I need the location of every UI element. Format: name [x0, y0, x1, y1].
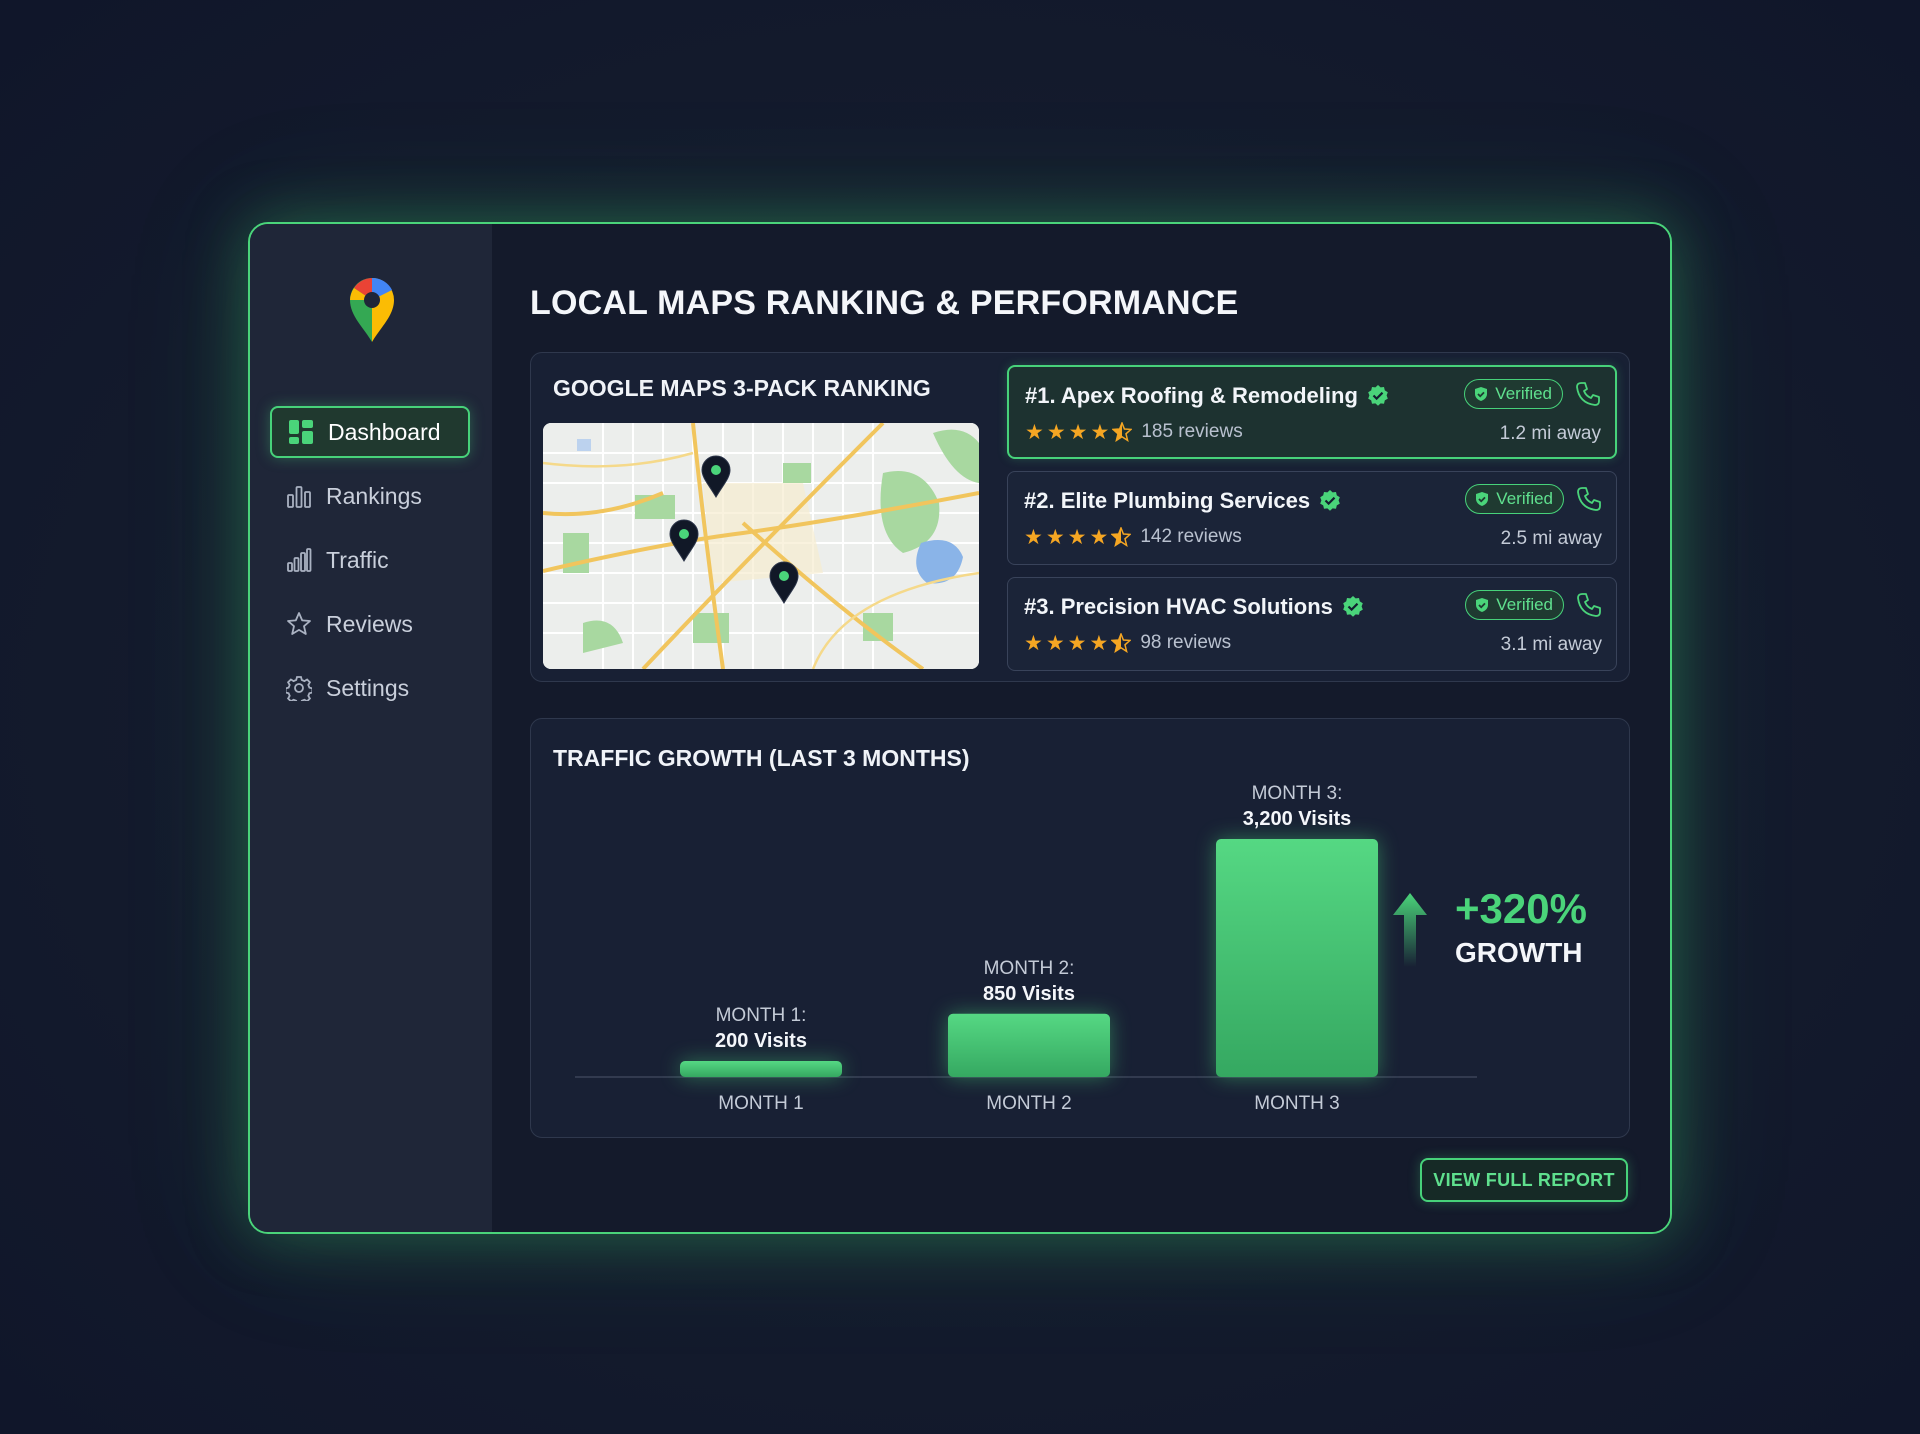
signal-bars-icon [287, 548, 312, 572]
review-count: 185 reviews [1141, 421, 1243, 442]
bar-chart-icon [287, 486, 311, 508]
google-maps-pin-icon [350, 277, 394, 342]
sidebar-item-traffic[interactable]: Traffic [270, 534, 470, 586]
badge-label: Verified [1496, 489, 1553, 508]
verified-badge: Verified [1465, 590, 1564, 620]
sidebar-item-label: Traffic [326, 546, 389, 573]
verified-badge: Verified [1465, 484, 1564, 514]
gear-icon [286, 676, 312, 701]
shield-check-icon [1476, 492, 1489, 506]
map-view[interactable] [543, 423, 979, 669]
sidebar-item-reviews[interactable]: Reviews [270, 598, 470, 650]
ranking-panel-title: GOOGLE MAPS 3-PACK RANKING [553, 375, 931, 401]
shield-check-icon [1475, 387, 1488, 401]
bar-label-top: MONTH 1: [716, 1005, 807, 1026]
badge-label: Verified [1495, 384, 1552, 403]
map-pin-2[interactable] [667, 517, 701, 563]
shield-check-icon [1476, 598, 1489, 612]
growth-label: GROWTH [1455, 937, 1583, 968]
star-full-icon: ★ [1024, 631, 1043, 655]
listing-name: #3. Precision HVAC Solutions [1024, 594, 1333, 619]
star-full-icon: ★ [1046, 420, 1066, 444]
sidebar-item-rankings[interactable]: Rankings [270, 470, 470, 522]
bar-value-label: 3,200 Visits [1243, 808, 1352, 830]
rating-stars: ★ ★ ★ ★ 142 reviews [1024, 526, 1242, 548]
sidebar-item-label: Settings [326, 674, 410, 701]
ranking-panel: GOOGLE MAPS 3-PACK RANKING #1. Apex Roof… [530, 352, 1630, 682]
main-content: LOCAL MAPS RANKING & PERFORMANCE GOOGLE … [492, 224, 1670, 1232]
map-image [543, 423, 979, 669]
listing-name: #1. Apex Roofing & Remodeling [1025, 383, 1358, 408]
bar-value-label: 200 Visits [715, 1030, 807, 1052]
star-full-icon: ★ [1089, 525, 1109, 549]
traffic-panel: TRAFFIC GROWTH (LAST 3 MONTHS) MONTH 1: … [530, 718, 1630, 1138]
sidebar-item-dashboard[interactable]: Dashboard [270, 406, 470, 458]
phone-icon[interactable] [1576, 486, 1602, 512]
verified-check-icon [1320, 490, 1340, 511]
growth-percent: +320% [1455, 885, 1587, 932]
verified-check-icon [1343, 596, 1363, 617]
distance: 3.1 mi away [1500, 634, 1602, 655]
review-count: 98 reviews [1140, 632, 1232, 653]
bar-month-3 [1216, 839, 1378, 1077]
star-full-icon: ★ [1067, 525, 1087, 549]
sidebar-item-label: Reviews [326, 610, 413, 637]
sidebar: Dashboard Rankings Traffic Reviews Setti… [250, 224, 492, 1232]
listing-card[interactable]: #3. Precision HVAC Solutions ★ ★ ★ ★ 98 … [1007, 577, 1617, 671]
star-full-icon: ★ [1068, 420, 1088, 444]
listing-name: #2. Elite Plumbing Services [1024, 488, 1311, 513]
x-tick-label: MONTH 1 [718, 1093, 804, 1114]
listing-name-row: #3. Precision HVAC Solutions [1024, 594, 1365, 620]
star-full-icon: ★ [1045, 525, 1065, 549]
verified-check-icon [1368, 385, 1388, 406]
map-pin-3[interactable] [767, 559, 801, 605]
dashboard-window: Dashboard Rankings Traffic Reviews Setti… [248, 222, 1672, 1234]
badge-label: Verified [1496, 595, 1553, 614]
x-tick-label: MONTH 2 [986, 1093, 1072, 1114]
view-full-report-button[interactable]: VIEW FULL REPORT [1420, 1158, 1628, 1202]
growth-arrow-icon [1393, 893, 1427, 967]
page-title: LOCAL MAPS RANKING & PERFORMANCE [530, 284, 1239, 322]
distance: 2.5 mi away [1500, 528, 1602, 549]
star-full-icon: ★ [1090, 420, 1110, 444]
star-full-icon: ★ [1067, 631, 1087, 655]
star-half-icon [1112, 422, 1133, 442]
sidebar-item-label: Rankings [326, 482, 422, 509]
sidebar-item-label: Dashboard [328, 418, 441, 445]
sidebar-item-settings[interactable]: Settings [270, 662, 470, 714]
star-half-icon [1111, 527, 1132, 547]
bar-month-2 [948, 1013, 1110, 1077]
map-pin-1[interactable] [699, 453, 733, 499]
phone-icon[interactable] [1576, 592, 1602, 618]
listing-name-row: #2. Elite Plumbing Services [1024, 488, 1342, 514]
listing-card[interactable]: #1. Apex Roofing & Remodeling ★ ★ ★ ★ 18… [1007, 365, 1617, 459]
star-full-icon: ★ [1089, 631, 1109, 655]
review-count: 142 reviews [1140, 526, 1242, 547]
star-full-icon: ★ [1045, 631, 1065, 655]
star-half-icon [1111, 633, 1132, 653]
distance: 1.2 mi away [1499, 423, 1601, 444]
phone-icon[interactable] [1575, 381, 1601, 407]
bar-month-1 [680, 1061, 842, 1077]
x-tick-label: MONTH 3 [1254, 1093, 1340, 1114]
star-icon [287, 612, 311, 635]
listing-card[interactable]: #2. Elite Plumbing Services ★ ★ ★ ★ 142 … [1007, 471, 1617, 565]
rating-stars: ★ ★ ★ ★ 98 reviews [1024, 632, 1231, 654]
dashboard-icon [289, 420, 313, 444]
listing-name-row: #1. Apex Roofing & Remodeling [1025, 383, 1390, 409]
verified-badge: Verified [1464, 379, 1563, 409]
bar-value-label: 850 Visits [983, 983, 1075, 1005]
bar-label-top: MONTH 3: [1252, 783, 1343, 804]
bar-label-top: MONTH 2: [984, 958, 1075, 979]
star-full-icon: ★ [1025, 420, 1044, 444]
star-full-icon: ★ [1024, 525, 1043, 549]
rating-stars: ★ ★ ★ ★ 185 reviews [1025, 421, 1243, 443]
